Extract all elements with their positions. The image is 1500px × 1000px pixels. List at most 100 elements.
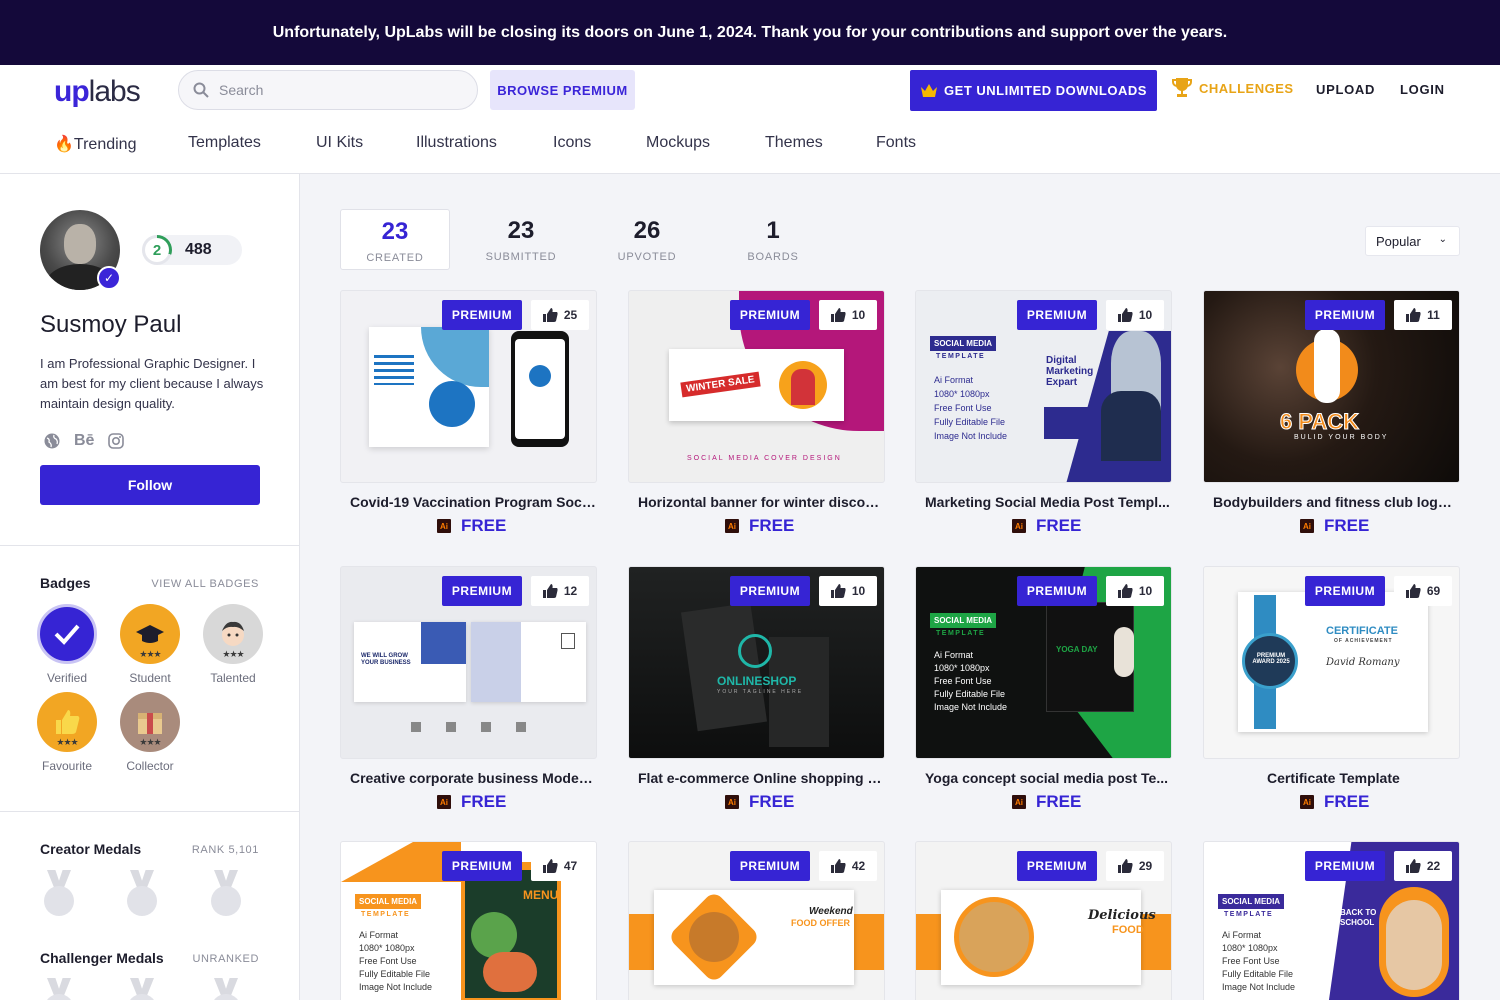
card-thumbnail[interactable]: MENU SOCIAL MEDIA TEMPLATE Ai Format 108…: [340, 841, 597, 1000]
card-thumbnail[interactable]: PREMIUM AWARD 2025 CERTIFICATE OF ACHIEV…: [1203, 566, 1460, 759]
card-thumbnail[interactable]: PREMIUM 25: [340, 290, 597, 483]
nav-icons[interactable]: Icons: [553, 134, 646, 154]
like-number: 29: [1138, 859, 1153, 873]
design-card[interactable]: WE WILL GROW YOUR BUSINESS PREMIUM 12 Cr…: [340, 566, 597, 812]
badge-favourite[interactable]: ★★★ Favourite: [32, 692, 102, 773]
like-count[interactable]: 10: [1106, 300, 1164, 330]
like-count[interactable]: 22: [1394, 851, 1452, 881]
card-title[interactable]: Yoga concept social media post Te...: [915, 770, 1172, 786]
art-text: YOGA DAY: [1056, 645, 1098, 654]
tab-submitted[interactable]: 23 SUBMITTED: [466, 209, 576, 270]
card-thumbnail[interactable]: SOCIAL MEDIA TEMPLATE Ai Format 1080* 10…: [915, 566, 1172, 759]
like-number: 25: [563, 308, 578, 322]
upload-link[interactable]: UPLOAD: [1316, 82, 1375, 97]
tab-created[interactable]: 23 CREATED: [340, 209, 450, 270]
nav-mockups[interactable]: Mockups: [646, 134, 765, 154]
card-thumbnail[interactable]: Weekend FOOD OFFER PREMIUM 42: [628, 841, 885, 1000]
instagram-icon[interactable]: [108, 433, 125, 449]
like-count[interactable]: 42: [819, 851, 877, 881]
design-card[interactable]: WINTER SALE SOCIAL MEDIA COVER DESIGN PR…: [628, 290, 885, 536]
thumbs-up-icon: [830, 308, 846, 322]
card-thumbnail[interactable]: ONLINESHOP YOUR TAGLINE HERE PREMIUM 10: [628, 566, 885, 759]
art-text: Weekend: [809, 906, 853, 917]
like-count[interactable]: 11: [1394, 300, 1452, 330]
view-all-badges-link[interactable]: VIEW ALL BADGES: [151, 578, 259, 590]
tab-upvoted[interactable]: 26 UPVOTED: [592, 209, 702, 270]
card-title[interactable]: Creative corporate business Modern...: [340, 770, 597, 786]
get-unlimited-downloads-button[interactable]: GET UNLIMITED DOWNLOADS: [910, 70, 1157, 111]
badge-collector[interactable]: ★★★ Collector: [115, 692, 185, 773]
badge-label: Student: [129, 671, 171, 685]
card-title[interactable]: Certificate Template: [1203, 770, 1460, 786]
login-link[interactable]: LOGIN: [1400, 82, 1445, 97]
browse-premium-button[interactable]: BROWSE PREMIUM: [490, 70, 635, 110]
behance-icon[interactable]: Bē: [74, 432, 94, 450]
design-card[interactable]: BACK TO SCHOOL SOCIAL MEDIA TEMPLATE Ai …: [1203, 841, 1460, 1000]
card-title[interactable]: Bodybuilders and fitness club logo t...: [1203, 494, 1460, 510]
like-count[interactable]: 10: [1106, 576, 1164, 606]
design-card[interactable]: SOCIAL MEDIA TEMPLATE Ai Format 1080* 10…: [915, 290, 1172, 536]
card-title[interactable]: Covid-19 Vaccination Program Soci...: [340, 494, 597, 510]
design-card[interactable]: 6 PACK BULID YOUR BODY PREMIUM 11 Bodybu…: [1203, 290, 1460, 536]
badge-student[interactable]: ★★★ Student: [115, 604, 185, 685]
like-count[interactable]: 10: [819, 300, 877, 330]
like-count[interactable]: 47: [531, 851, 589, 881]
card-thumbnail[interactable]: WINTER SALE SOCIAL MEDIA COVER DESIGN PR…: [628, 290, 885, 483]
design-card[interactable]: PREMIUM AWARD 2025 CERTIFICATE OF ACHIEV…: [1203, 566, 1460, 812]
like-count[interactable]: 29: [1106, 851, 1164, 881]
design-card[interactable]: Delicious FOOD PREMIUM 29: [915, 841, 1172, 1000]
globe-icon[interactable]: [44, 433, 60, 449]
premium-badge: PREMIUM: [442, 851, 522, 881]
profile-sidebar: ✓ 2 488 Susmoy Paul I am Professional Gr…: [0, 174, 300, 1000]
uplabs-logo[interactable]: uplabs: [54, 75, 141, 109]
premium-badge: PREMIUM: [1017, 576, 1097, 606]
thumbs-up-icon: [1405, 584, 1421, 598]
tab-boards[interactable]: 1 BOARDS: [718, 209, 828, 270]
art-list-item: Ai Format: [934, 650, 974, 660]
thumbs-up-icon: [1405, 859, 1421, 873]
sort-dropdown[interactable]: Popular ⌄: [1365, 226, 1460, 256]
stat-label: BOARDS: [747, 251, 799, 263]
nav-trending[interactable]: 🔥Trending: [54, 134, 188, 154]
nav-themes[interactable]: Themes: [765, 134, 876, 154]
design-card[interactable]: Weekend FOOD OFFER PREMIUM 42: [628, 841, 885, 1000]
face-icon: ★★★: [203, 604, 263, 664]
like-count[interactable]: 12: [531, 576, 589, 606]
follow-button[interactable]: Follow: [40, 465, 260, 505]
like-count[interactable]: 69: [1394, 576, 1452, 606]
premium-badge: PREMIUM: [730, 300, 810, 330]
profile-stats-tabs: 23 CREATED 23 SUBMITTED 26 UPVOTED 1 BOARDS: [340, 209, 844, 270]
divider: [0, 811, 300, 812]
card-thumbnail[interactable]: Delicious FOOD PREMIUM 29: [915, 841, 1172, 1000]
card-title[interactable]: Marketing Social Media Post Templ...: [915, 494, 1172, 510]
nav-illustrations[interactable]: Illustrations: [416, 134, 553, 154]
design-card[interactable]: ONLINESHOP YOUR TAGLINE HERE PREMIUM 10 …: [628, 566, 885, 812]
like-count[interactable]: 25: [531, 300, 589, 330]
design-card[interactable]: PREMIUM 25 Covid-19 Vaccination Program …: [340, 290, 597, 536]
card-thumbnail[interactable]: WE WILL GROW YOUR BUSINESS PREMIUM 12: [340, 566, 597, 759]
art-text: OF ACHIEVEMENT: [1334, 638, 1393, 644]
thumbs-up-icon: [1117, 584, 1133, 598]
challenges-link[interactable]: CHALLENGES: [1172, 77, 1294, 99]
nav-templates[interactable]: Templates: [188, 134, 316, 154]
design-card[interactable]: MENU SOCIAL MEDIA TEMPLATE Ai Format 108…: [340, 841, 597, 1000]
nav-fonts[interactable]: Fonts: [876, 134, 916, 154]
design-card[interactable]: SOCIAL MEDIA TEMPLATE Ai Format 1080* 10…: [915, 566, 1172, 812]
thumbs-up-icon: [542, 308, 558, 322]
card-thumbnail[interactable]: BACK TO SCHOOL SOCIAL MEDIA TEMPLATE Ai …: [1203, 841, 1460, 1000]
social-links: Bē: [44, 432, 125, 450]
badge-talented[interactable]: ★★★ Talented: [198, 604, 268, 685]
card-title[interactable]: Flat e-commerce Online shopping m...: [628, 770, 885, 786]
card-title[interactable]: Horizontal banner for winter discou...: [628, 494, 885, 510]
art-text: YOUR TAGLINE HERE: [717, 689, 804, 695]
art-list: Ai Format 1080* 1080px Free Font Use Ful…: [934, 649, 1044, 714]
search-box[interactable]: [178, 70, 478, 110]
art-list-item: Image Not Include: [1222, 982, 1296, 992]
search-input[interactable]: [219, 82, 459, 98]
nav-ui-kits[interactable]: UI Kits: [316, 134, 416, 154]
badge-verified[interactable]: Verified: [32, 604, 102, 685]
card-thumbnail[interactable]: 6 PACK BULID YOUR BODY PREMIUM 11: [1203, 290, 1460, 483]
crown-icon: [921, 84, 938, 97]
like-count[interactable]: 10: [819, 576, 877, 606]
card-thumbnail[interactable]: SOCIAL MEDIA TEMPLATE Ai Format 1080* 10…: [915, 290, 1172, 483]
